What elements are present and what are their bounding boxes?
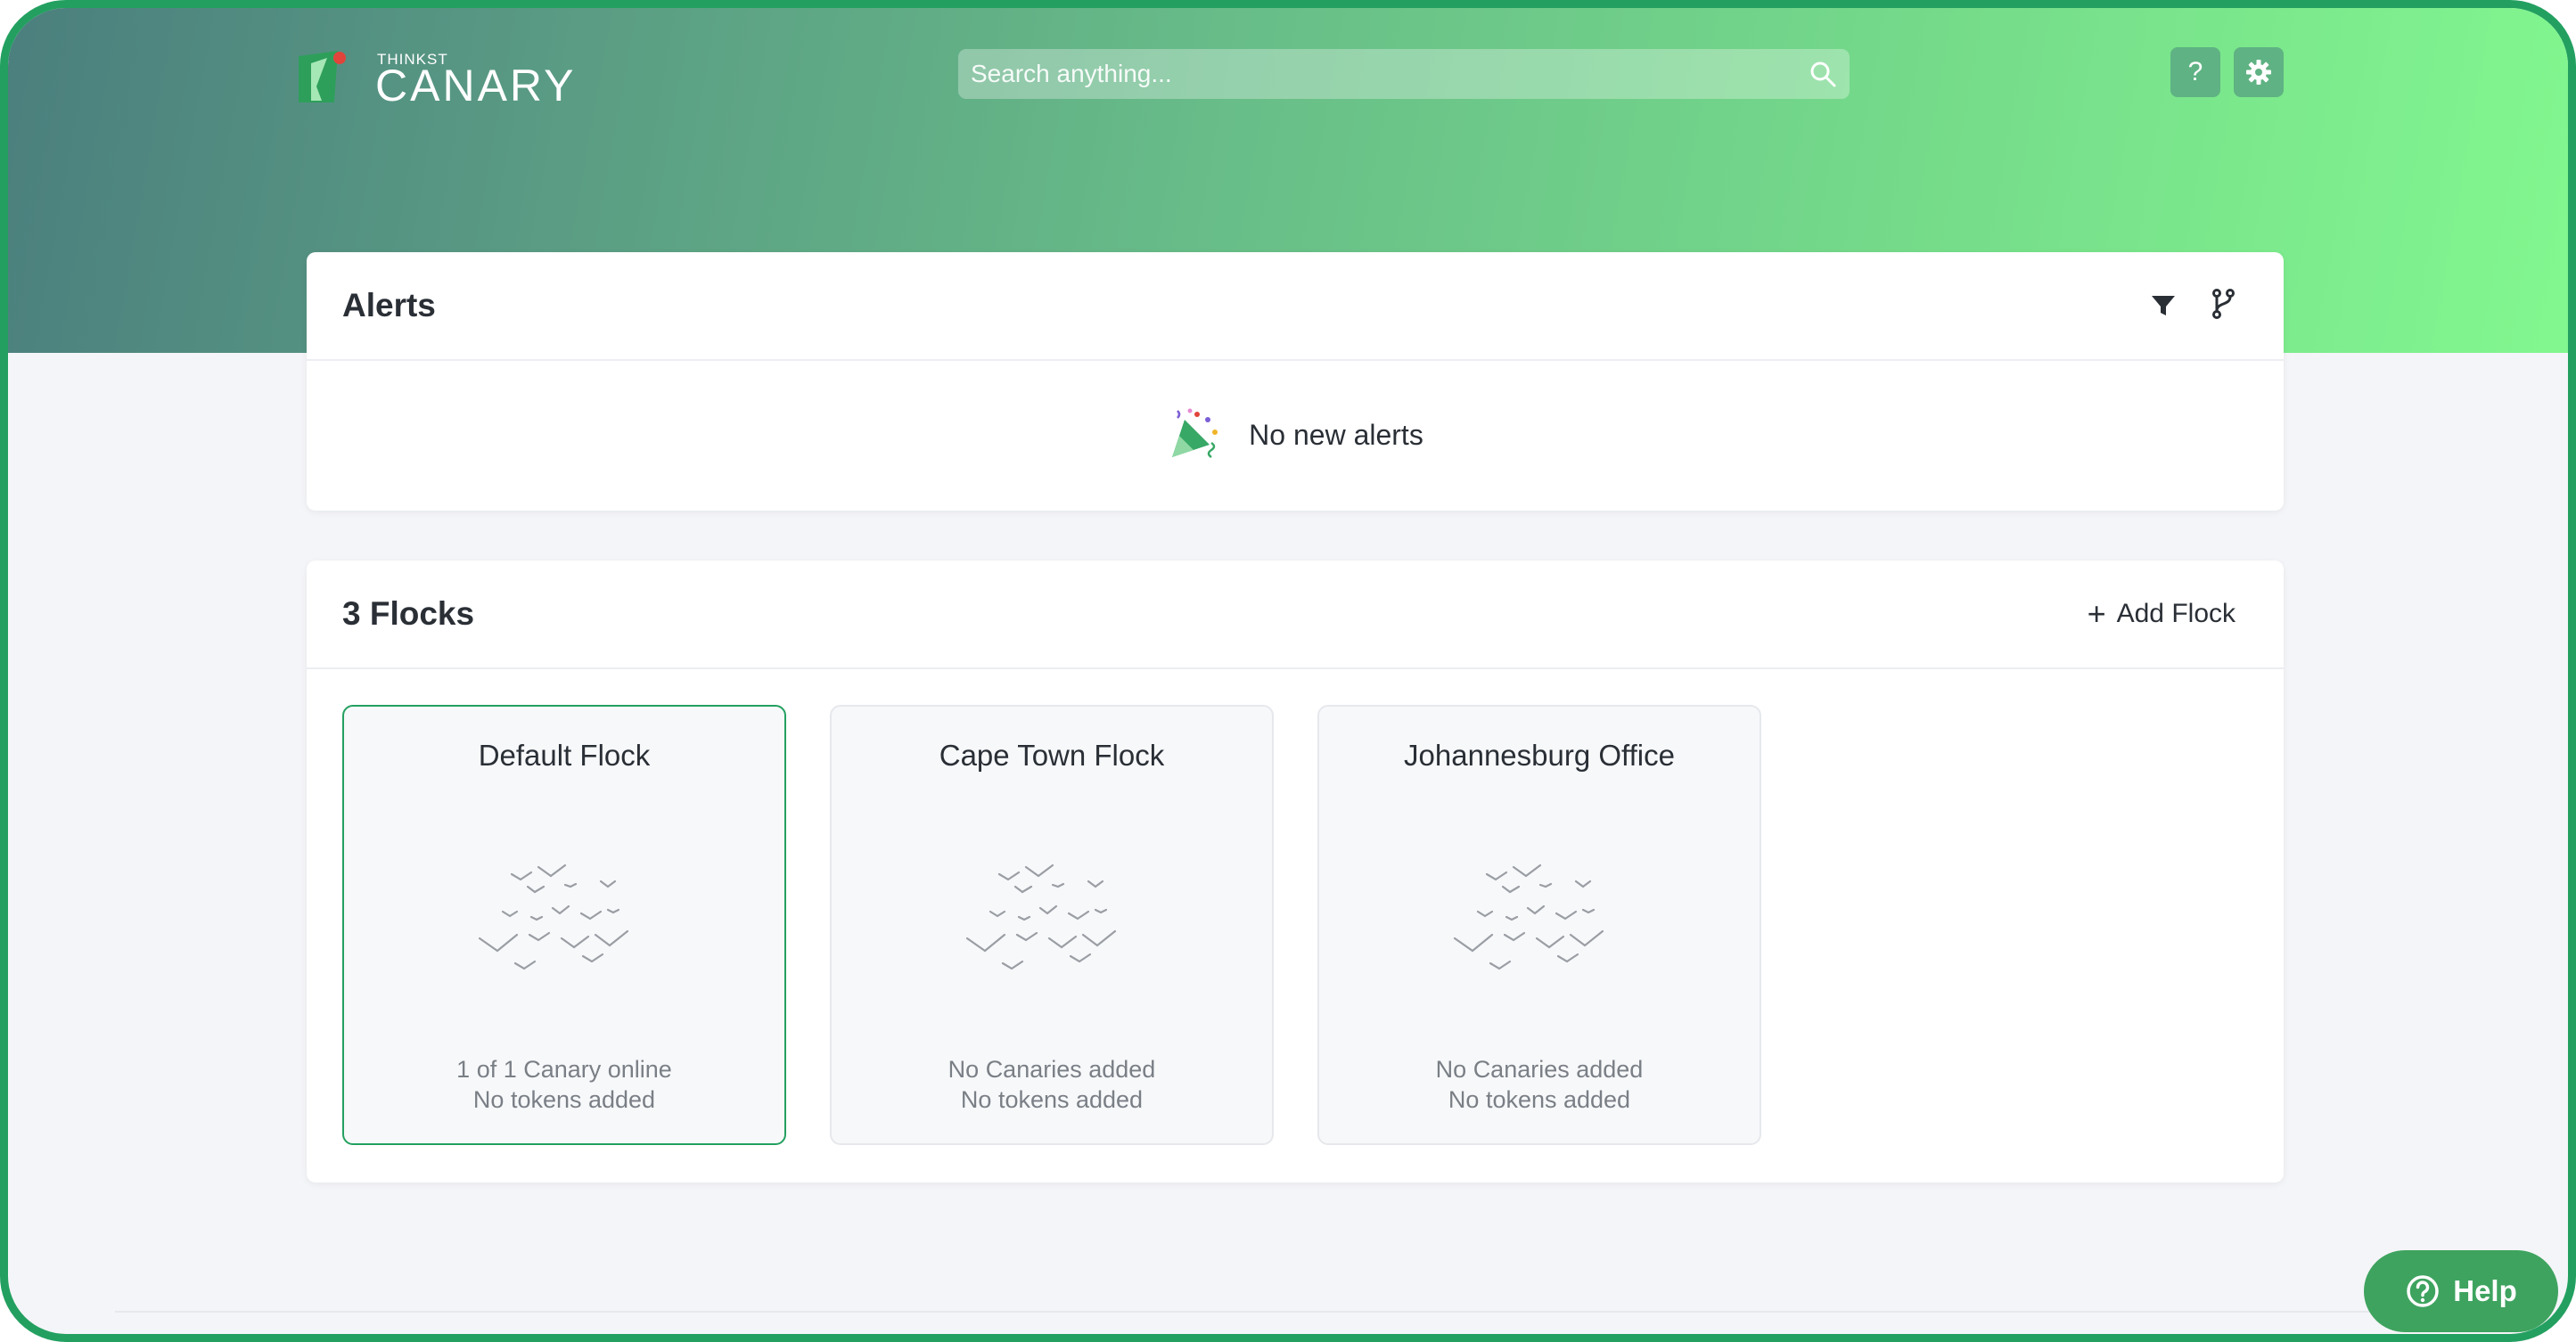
help-circle-icon	[2407, 1275, 2439, 1307]
flocks-title: 3 Flocks	[342, 595, 475, 632]
party-popper-icon	[1172, 408, 1218, 459]
search-icon[interactable]	[1809, 60, 1837, 88]
flocks-header: 3 Flocks + Add Flock	[307, 561, 2284, 669]
footer-divider	[115, 1311, 2461, 1313]
flock-token-status: No tokens added	[1448, 1086, 1631, 1113]
flock-card-default[interactable]: Default Flock 1 of 1 Canary online No to…	[342, 705, 786, 1145]
flock-token-status: No tokens added	[472, 1086, 656, 1113]
flock-canary-status: No Canaries added	[948, 1056, 1156, 1083]
search-input[interactable]	[971, 49, 1837, 99]
flock-canary-status: 1 of 1 Canary online	[456, 1056, 672, 1083]
settings-button[interactable]	[2234, 47, 2284, 97]
help-widget-label: Help	[2453, 1274, 2517, 1307]
help-widget-button[interactable]: Help	[2364, 1250, 2558, 1332]
no-alerts-text: No new alerts	[1249, 418, 1423, 451]
help-button[interactable]: ?	[2170, 47, 2220, 97]
alerts-title: Alerts	[342, 287, 436, 323]
add-flock-label: Add Flock	[2116, 599, 2236, 628]
flock-name: Default Flock	[478, 739, 651, 772]
search-bar[interactable]	[958, 49, 1850, 99]
branch-icon[interactable]	[2209, 288, 2237, 320]
add-flock-button[interactable]: + Add Flock	[2088, 594, 2236, 634]
no-alerts-message: No new alerts	[307, 359, 2284, 511]
birds-icon	[1453, 863, 1604, 970]
flock-name: Johannesburg Office	[1404, 739, 1675, 772]
alerts-card: Alerts No new alerts	[307, 252, 2284, 511]
app-window: THINKST CANARY ?	[0, 0, 2576, 1342]
birds-icon	[478, 863, 629, 970]
flock-token-status: No tokens added	[960, 1086, 1144, 1113]
alerts-header: Alerts	[307, 252, 2284, 361]
question-icon: ?	[2187, 57, 2203, 86]
canary-logo-icon	[299, 51, 346, 102]
flocks-card: 3 Flocks + Add Flock Default Flock 1 of …	[307, 561, 2284, 1182]
flock-card-johannesburg[interactable]: Johannesburg Office No Canaries added No…	[1317, 705, 1761, 1145]
flock-canary-status: No Canaries added	[1435, 1056, 1644, 1083]
flock-card-cape-town[interactable]: Cape Town Flock No Canaries added No tok…	[830, 705, 1274, 1145]
logo-brand-name: CANARY	[375, 61, 577, 110]
gear-icon	[2246, 60, 2271, 85]
filter-icon[interactable]	[2149, 291, 2178, 320]
plus-icon: +	[2087, 595, 2106, 632]
birds-icon	[965, 863, 1117, 970]
flock-name: Cape Town Flock	[939, 739, 1165, 772]
